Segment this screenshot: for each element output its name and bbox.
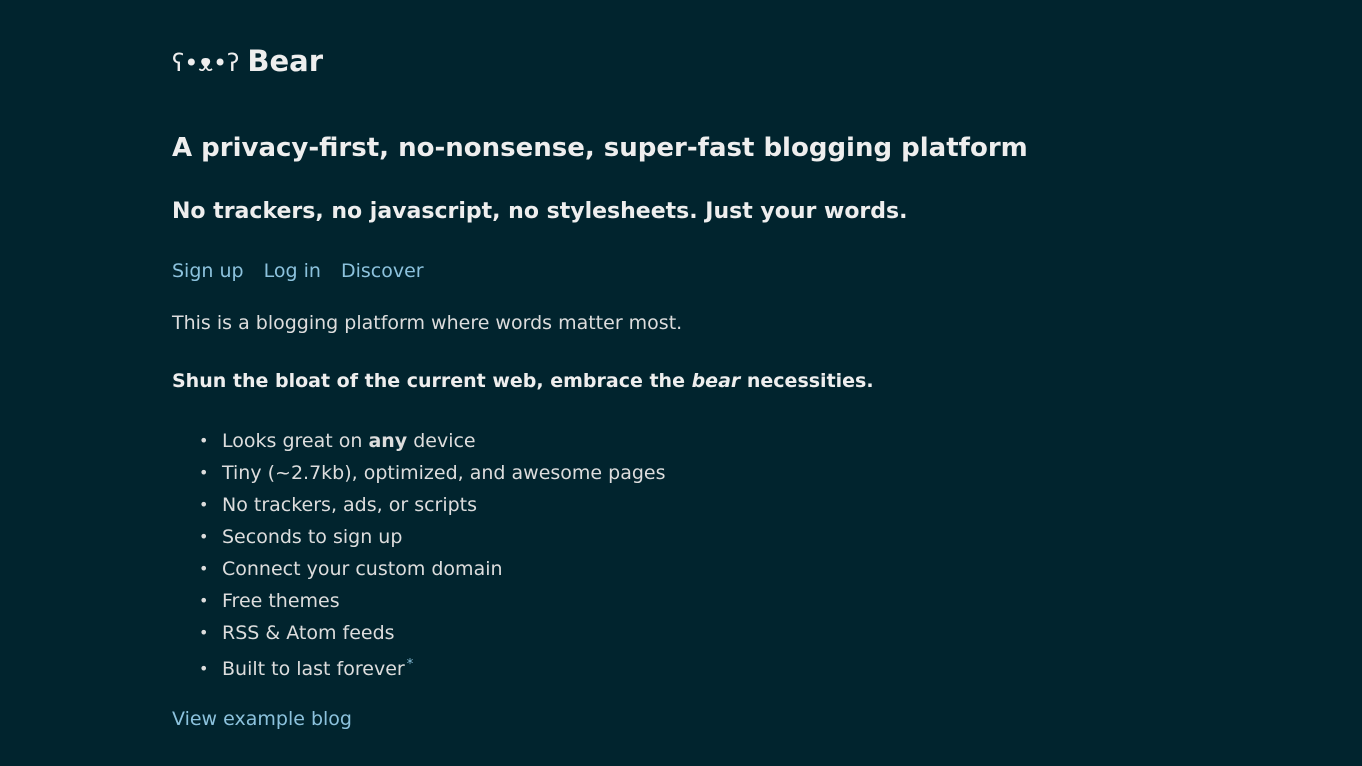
tagline-after: necessities. — [740, 370, 874, 392]
feature-text-after: device — [407, 430, 476, 452]
bullet-icon: • — [199, 495, 209, 514]
page-subheadline: No trackers, no javascript, no styleshee… — [172, 199, 908, 224]
bear-logo-icon: ʕ•ᴥ•ʔ — [172, 49, 240, 77]
tagline-before: Shun the bloat of the current web, embra… — [172, 370, 692, 392]
page-headline: A privacy-first, no-nonsense, super-fast… — [172, 133, 1028, 163]
bullet-icon: • — [199, 431, 209, 450]
view-example-blog-link[interactable]: View example blog — [172, 708, 352, 730]
bullet-icon: • — [199, 559, 209, 578]
site-title-text: Bear — [247, 44, 324, 78]
feature-text-strong: any — [368, 430, 408, 452]
tagline: Shun the bloat of the current web, embra… — [172, 370, 874, 392]
feature-list: • Looks great on any device • Tiny (~2.7… — [172, 428, 666, 688]
footnote-link[interactable]: * — [407, 657, 414, 672]
bullet-icon: • — [199, 591, 209, 610]
feature-text: Built to last forever — [222, 658, 405, 680]
feature-text: RSS & Atom feeds — [222, 622, 395, 644]
bullet-icon: • — [199, 527, 209, 546]
feature-text: Free themes — [222, 590, 340, 612]
bullet-icon: • — [199, 463, 209, 482]
feature-text-before: Looks great on — [222, 430, 369, 452]
feature-text: Seconds to sign up — [222, 526, 403, 548]
feature-item: • Looks great on any device — [199, 428, 666, 460]
page: ʕ•ᴥ•ʔ Bear A privacy-first, no-nonsense, … — [0, 0, 1362, 766]
nav-sign-up-link[interactable]: Sign up — [172, 260, 244, 282]
feature-text: No trackers, ads, or scripts — [222, 494, 478, 516]
feature-item: • Tiny (~2.7kb), optimized, and awesome … — [199, 460, 666, 492]
tagline-emphasis: bear — [691, 370, 741, 392]
feature-item: • RSS & Atom feeds — [199, 620, 666, 652]
feature-item: • Built to last forever * — [199, 652, 666, 688]
bullet-icon: • — [199, 623, 209, 642]
feature-item: • No trackers, ads, or scripts — [199, 492, 666, 524]
feature-item: • Seconds to sign up — [199, 524, 666, 556]
nav-discover-link[interactable]: Discover — [341, 260, 424, 282]
main-nav: Sign up Log in Discover — [172, 260, 438, 282]
feature-item: • Free themes — [199, 588, 666, 620]
feature-text: Connect your custom domain — [222, 558, 503, 580]
intro-text: This is a blogging platform where words … — [172, 312, 683, 334]
nav-log-in-link[interactable]: Log in — [264, 260, 321, 282]
bullet-icon: • — [199, 659, 209, 678]
feature-text: Tiny (~2.7kb), optimized, and awesome pa… — [222, 462, 666, 484]
feature-item: • Connect your custom domain — [199, 556, 666, 588]
site-title-link[interactable]: ʕ•ᴥ•ʔ Bear — [172, 44, 323, 78]
